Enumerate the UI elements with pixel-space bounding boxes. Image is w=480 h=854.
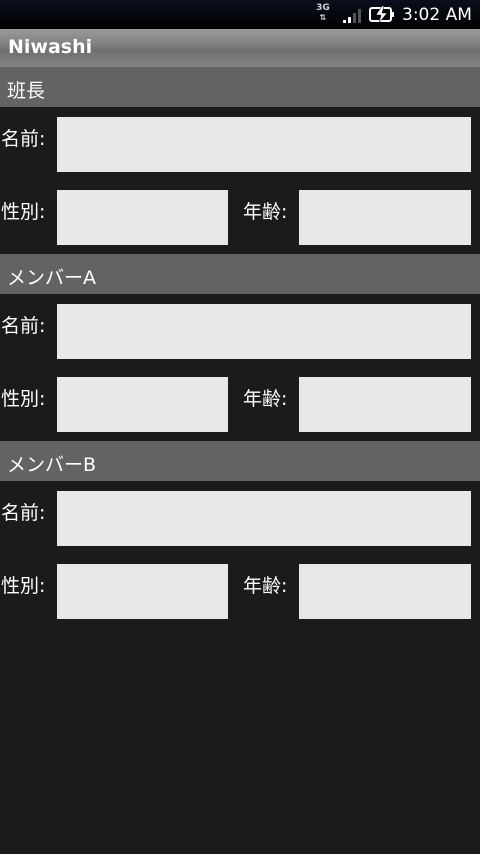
member-a-age-input[interactable] — [299, 377, 471, 432]
gender-label: 性別: — [1, 388, 46, 410]
name-label: 名前: — [1, 128, 46, 150]
age-label: 年齢: — [243, 575, 288, 597]
section-header-leader: 班長 — [0, 67, 480, 107]
signal-strength-icon — [343, 9, 361, 23]
leader-gender-input[interactable] — [57, 190, 228, 245]
leader-age-input[interactable] — [299, 190, 471, 245]
battery-charging-icon — [369, 6, 394, 23]
section-header-member-a: メンバーA — [0, 254, 480, 294]
network-3g-icon: 3G ⇅ — [316, 3, 330, 23]
app-title-bar: Niwashi — [0, 29, 480, 67]
gender-label: 性別: — [1, 575, 46, 597]
age-label: 年齢: — [243, 201, 288, 223]
section-title: メンバーB — [7, 454, 97, 476]
member-a-gender-input[interactable] — [57, 377, 228, 432]
status-bar: 3G ⇅ 3:02 AM — [0, 0, 480, 29]
member-b-age-input[interactable] — [299, 564, 471, 619]
network-type: 3G — [316, 3, 330, 13]
section-header-member-b: メンバーB — [0, 441, 480, 481]
member-a-name-input[interactable] — [57, 304, 471, 359]
age-label: 年齢: — [243, 388, 288, 410]
data-arrows-icon: ⇅ — [319, 13, 327, 22]
app-title: Niwashi — [8, 36, 93, 58]
member-b-name-input[interactable] — [57, 491, 471, 546]
clock: 3:02 AM — [402, 5, 472, 25]
name-label: 名前: — [1, 502, 46, 524]
section-title: メンバーA — [7, 267, 96, 289]
section-title: 班長 — [7, 80, 46, 102]
gender-label: 性別: — [1, 201, 46, 223]
leader-name-input[interactable] — [57, 117, 471, 172]
member-b-gender-input[interactable] — [57, 564, 228, 619]
name-label: 名前: — [1, 315, 46, 337]
